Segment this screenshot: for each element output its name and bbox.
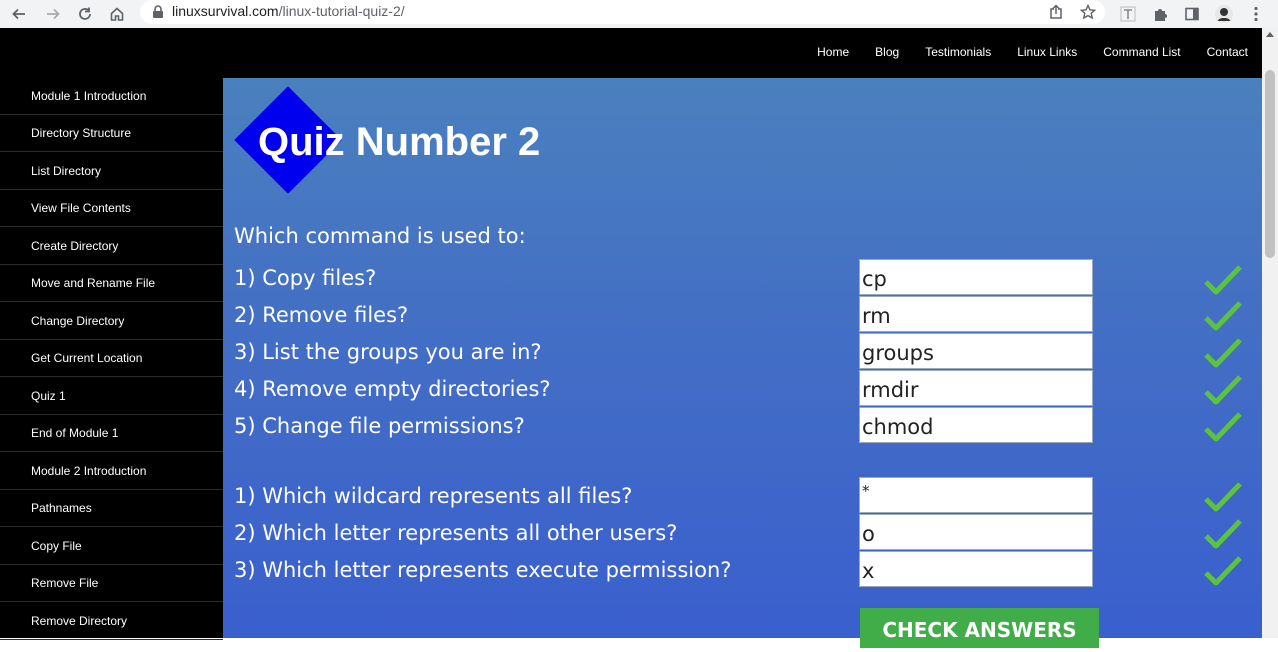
question-label: 4) Remove empty directories? bbox=[234, 377, 551, 401]
question-label: 1) Copy files? bbox=[234, 266, 377, 290]
nav-link-blog[interactable]: Blog bbox=[875, 45, 899, 59]
check-icon bbox=[1204, 412, 1242, 442]
top-navigation: Home Blog Testimonials Linux Links Comma… bbox=[791, 45, 1248, 59]
sidebar-item-end-of-module-1[interactable]: End of Module 1 bbox=[0, 415, 223, 452]
sidebar-item-view-file-contents[interactable]: View File Contents bbox=[0, 190, 223, 227]
forward-icon[interactable] bbox=[42, 3, 64, 25]
profile-avatar[interactable] bbox=[1213, 3, 1235, 25]
check-icon bbox=[1204, 519, 1242, 549]
sidebar-item-get-current-location[interactable]: Get Current Location bbox=[0, 340, 223, 377]
check-icon bbox=[1204, 375, 1242, 405]
share-icon[interactable] bbox=[1046, 2, 1066, 22]
answer-input-remove-empty-dirs[interactable]: rmdir bbox=[859, 370, 1093, 406]
nav-link-command-list[interactable]: Command List bbox=[1103, 45, 1180, 59]
scroll-up-arrow-icon[interactable] bbox=[1266, 32, 1274, 37]
sidebar-item-create-directory[interactable]: Create Directory bbox=[0, 228, 223, 265]
sidebar-item-list-directory[interactable]: List Directory bbox=[0, 153, 223, 190]
nav-link-home[interactable]: Home bbox=[817, 45, 849, 59]
nav-link-testimonials[interactable]: Testimonials bbox=[925, 45, 991, 59]
menu-dots-icon[interactable] bbox=[1245, 3, 1267, 25]
text-extension-icon[interactable] bbox=[1117, 3, 1139, 25]
lock-icon[interactable] bbox=[152, 5, 164, 19]
question-label: 2) Remove files? bbox=[234, 303, 409, 327]
check-answers-button[interactable]: CHECK ANSWERS bbox=[860, 608, 1099, 648]
sidebar-item-module-2-introduction[interactable]: Module 2 Introduction bbox=[0, 453, 223, 490]
home-icon[interactable] bbox=[106, 3, 128, 25]
answer-input-copy-files[interactable]: cp bbox=[859, 259, 1093, 295]
sidebar-item-quiz-1[interactable]: Quiz 1 bbox=[0, 378, 223, 415]
answer-input-list-groups[interactable]: groups bbox=[859, 333, 1093, 369]
scrollbar-thumb[interactable] bbox=[1265, 70, 1275, 258]
puzzle-icon[interactable] bbox=[1149, 3, 1171, 25]
question-label: 2) Which letter represents all other use… bbox=[234, 521, 678, 545]
star-icon[interactable] bbox=[1078, 2, 1098, 22]
question-label: 1) Which wildcard represents all files? bbox=[234, 484, 633, 508]
answer-input-other-users[interactable]: o bbox=[859, 514, 1093, 550]
answer-input-remove-files[interactable]: rm bbox=[859, 296, 1093, 332]
check-icon bbox=[1204, 482, 1242, 512]
url-text[interactable]: linuxsurvival.com/linux-tutorial-quiz-2/ bbox=[172, 3, 405, 19]
browser-toolbar: linuxsurvival.com/linux-tutorial-quiz-2/ bbox=[0, 0, 1278, 28]
check-icon bbox=[1204, 265, 1242, 295]
sidebar-item-copy-file[interactable]: Copy File bbox=[0, 528, 223, 565]
answer-input-execute-permission[interactable]: x bbox=[859, 551, 1093, 587]
nav-link-linux-links[interactable]: Linux Links bbox=[1017, 45, 1077, 59]
nav-link-contact[interactable]: Contact bbox=[1207, 45, 1248, 59]
sidebar-item-move-and-rename-file[interactable]: Move and Rename File bbox=[0, 265, 223, 302]
question-label: 3) Which letter represents execute permi… bbox=[234, 558, 732, 582]
sidebar-item-directory-structure[interactable]: Directory Structure bbox=[0, 115, 223, 152]
quiz-intro: Which command is used to: bbox=[234, 224, 526, 248]
sidebar-item-pathnames[interactable]: Pathnames bbox=[0, 490, 223, 527]
question-label: 3) List the groups you are in? bbox=[234, 340, 542, 364]
page-title: Quiz Number 2 bbox=[258, 120, 541, 164]
sidebar-item-remove-directory[interactable]: Remove Directory bbox=[0, 603, 223, 640]
reload-icon[interactable] bbox=[74, 3, 96, 25]
side-panel-icon[interactable] bbox=[1181, 3, 1203, 25]
sidebar-item-change-directory[interactable]: Change Directory bbox=[0, 303, 223, 340]
answer-input-change-permissions[interactable]: chmod bbox=[859, 407, 1093, 443]
question-label: 5) Change file permissions? bbox=[234, 414, 525, 438]
site-header: Home Blog Testimonials Linux Links Comma… bbox=[0, 28, 1262, 78]
sidebar-item-remove-file[interactable]: Remove File bbox=[0, 565, 223, 602]
answer-input-wildcard[interactable]: * bbox=[859, 477, 1093, 513]
check-icon bbox=[1204, 556, 1242, 586]
back-icon[interactable] bbox=[8, 3, 30, 25]
address-bar[interactable]: linuxsurvival.com/linux-tutorial-quiz-2/ bbox=[140, 0, 1105, 24]
sidebar: Module 1 Introduction Directory Structur… bbox=[0, 78, 223, 640]
check-icon bbox=[1204, 301, 1242, 331]
sidebar-item-module-1-introduction[interactable]: Module 1 Introduction bbox=[0, 78, 223, 115]
check-icon bbox=[1204, 338, 1242, 368]
